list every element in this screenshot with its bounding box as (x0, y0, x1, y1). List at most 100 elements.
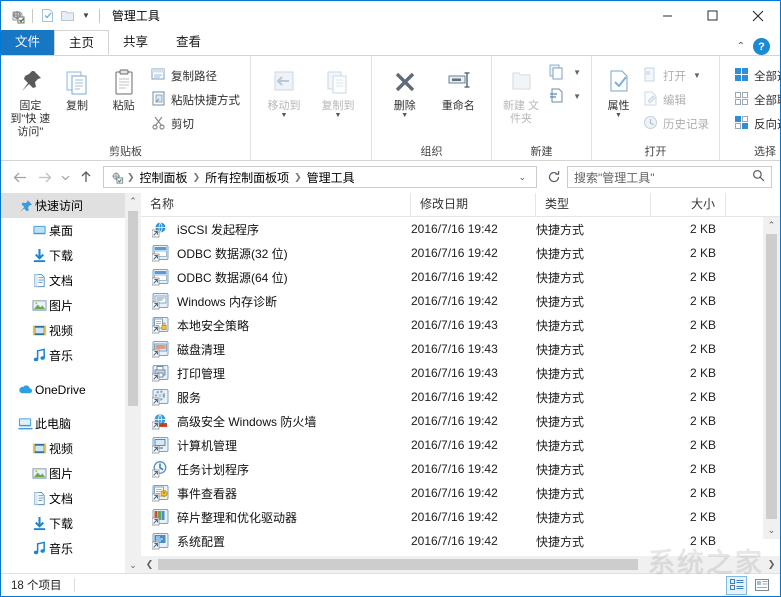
column-header-date[interactable]: 修改日期 (411, 193, 536, 216)
new-folder-icon[interactable] (59, 7, 76, 24)
pin-to-quick-access-button[interactable]: 固定到"快 速访问" (7, 60, 54, 139)
vertical-scroll-thumb[interactable] (766, 234, 777, 519)
copy-to-button[interactable]: 复制到 ▼ (311, 60, 365, 119)
search-box[interactable]: 搜索"管理工具" (567, 166, 772, 188)
properties-button[interactable]: 属性 ▼ (598, 60, 639, 119)
table-row[interactable]: ODBC 数据源(32 位) 2016/7/16 19:42 快捷方式 2 KB (141, 241, 780, 265)
large-icons-view-button[interactable] (751, 576, 772, 595)
sidebar-item-8[interactable]: 此电脑 (1, 411, 141, 436)
file-name-cell[interactable]: 系统配置 (141, 532, 411, 550)
paste-shortcut-button[interactable]: 粘贴快捷方式 (147, 89, 244, 110)
table-row[interactable]: 本地安全策略 2016/7/16 19:43 快捷方式 2 KB (141, 313, 780, 337)
table-row[interactable]: 服务 2016/7/16 19:42 快捷方式 2 KB (141, 385, 780, 409)
file-name-cell[interactable]: 本地安全策略 (141, 316, 411, 334)
address-breadcrumb-bar[interactable]: ❯ 控制面板 ❯ 所有控制面板项 ❯ 管理工具 ⌄ (103, 166, 537, 188)
sidebar-item-11[interactable]: 文档 (1, 486, 141, 511)
properties-dropdown-icon[interactable]: ▼ (615, 112, 622, 119)
open-button[interactable]: 打开 ▼ (639, 65, 713, 86)
file-name-cell[interactable]: iSCSI 发起程序 (141, 220, 411, 238)
nav-scroll-down-icon[interactable]: ⌄ (125, 557, 141, 573)
table-row[interactable]: 打印管理 2016/7/16 19:43 快捷方式 2 KB (141, 361, 780, 385)
file-name-cell[interactable]: 计算机管理 (141, 436, 411, 454)
edit-button[interactable]: 编辑 (639, 89, 713, 110)
minimize-button[interactable] (645, 1, 690, 30)
sidebar-item-3[interactable]: 文档 (1, 268, 141, 293)
file-name-cell[interactable]: Windows 内存诊断 (141, 292, 411, 310)
search-input[interactable]: 搜索"管理工具" (574, 169, 752, 186)
admin-tools-icon[interactable] (9, 7, 26, 24)
file-name-cell[interactable]: 高级安全 Windows 防火墙 (141, 412, 411, 430)
tab-home[interactable]: 主页 (54, 30, 110, 55)
column-header-name[interactable]: 名称 (141, 193, 411, 216)
file-name-cell[interactable]: 碎片整理和优化驱动器 (141, 508, 411, 526)
file-name-cell[interactable]: 服务 (141, 388, 411, 406)
new-item-button[interactable]: ▼ (544, 62, 585, 83)
qat-dropdown-icon[interactable]: ▼ (79, 11, 93, 20)
copy-path-button[interactable]: 复制路径 (147, 65, 244, 86)
rename-button[interactable]: 重命名 (432, 60, 486, 113)
table-row[interactable]: 计算机管理 2016/7/16 19:42 快捷方式 2 KB (141, 433, 780, 457)
table-row[interactable]: iSCSI 发起程序 2016/7/16 19:42 快捷方式 2 KB (141, 217, 780, 241)
table-row[interactable]: ODBC 数据源(64 位) 2016/7/16 19:42 快捷方式 2 KB (141, 265, 780, 289)
delete-button[interactable]: 删除 ▼ (378, 60, 432, 119)
table-row[interactable]: 磁盘清理 2016/7/16 19:43 快捷方式 2 KB (141, 337, 780, 361)
maximize-button[interactable] (690, 1, 735, 30)
breadcrumb-item-2[interactable]: 管理工具 (303, 169, 359, 186)
sidebar-item-13[interactable]: 音乐 (1, 536, 141, 561)
select-none-button[interactable]: 全部取消 (730, 89, 781, 110)
recent-locations-button[interactable] (57, 165, 73, 189)
new-folder-button[interactable]: 新建 文件夹 (498, 60, 544, 126)
new-item-dropdown-icon[interactable]: ▼ (573, 68, 581, 77)
file-name-cell[interactable]: ODBC 数据源(64 位) (141, 268, 411, 286)
file-name-cell[interactable]: 任务计划程序 (141, 460, 411, 478)
copy-to-dropdown-icon[interactable]: ▼ (335, 112, 342, 119)
scroll-down-icon[interactable]: ⌄ (763, 522, 780, 539)
sidebar-item-0[interactable]: 快速访问 (1, 193, 141, 218)
table-row[interactable]: 高级安全 Windows 防火墙 2016/7/16 19:42 快捷方式 2 KB (141, 409, 780, 433)
column-header-type[interactable]: 类型 (536, 193, 651, 216)
back-button[interactable] (9, 165, 31, 189)
breadcrumb-item-1[interactable]: 所有控制面板项 (201, 169, 293, 186)
table-row[interactable]: Windows 内存诊断 2016/7/16 19:42 快捷方式 2 KB (141, 289, 780, 313)
file-name-cell[interactable]: 事件查看器 (141, 484, 411, 502)
sidebar-item-2[interactable]: 下载 (1, 243, 141, 268)
nav-scroll-up-icon[interactable]: ⌃ (125, 193, 141, 209)
vertical-scroll-track[interactable] (763, 234, 780, 522)
sidebar-item-12[interactable]: 下载 (1, 511, 141, 536)
history-button[interactable]: 历史记录 (639, 113, 713, 134)
table-row[interactable]: 系统配置 2016/7/16 19:42 快捷方式 2 KB (141, 529, 780, 553)
breadcrumb-item-0[interactable]: 控制面板 (136, 169, 192, 186)
details-view-button[interactable] (726, 575, 747, 595)
file-name-cell[interactable]: ODBC 数据源(32 位) (141, 244, 411, 262)
horizontal-scroll-track[interactable] (158, 556, 763, 573)
up-button[interactable] (75, 165, 97, 189)
sidebar-item-6[interactable]: 音乐 (1, 343, 141, 368)
move-to-button[interactable]: 移动到 ▼ (257, 60, 311, 119)
table-row[interactable]: 碎片整理和优化驱动器 2016/7/16 19:42 快捷方式 2 KB (141, 505, 780, 529)
sidebar-item-10[interactable]: 图片 (1, 461, 141, 486)
sidebar-item-9[interactable]: 视频 (1, 436, 141, 461)
refresh-button[interactable] (543, 165, 565, 189)
horizontal-scroll-thumb[interactable] (158, 559, 638, 570)
easy-access-button[interactable]: ▼ (544, 86, 585, 107)
sidebar-item-4[interactable]: 图片 (1, 293, 141, 318)
help-button[interactable]: ? (753, 38, 770, 55)
file-list-vertical-scrollbar[interactable]: ⌃ ⌄ (763, 217, 780, 539)
file-name-cell[interactable]: 打印管理 (141, 364, 411, 382)
table-row[interactable]: 事件查看器 2016/7/16 19:42 快捷方式 2 KB (141, 481, 780, 505)
search-icon[interactable] (752, 169, 765, 185)
sidebar-item-1[interactable]: 桌面 (1, 218, 141, 243)
file-list-horizontal-scrollbar[interactable]: ❮ ❯ (141, 556, 780, 573)
collapse-ribbon-icon[interactable]: ⌃ (737, 41, 745, 52)
breadcrumb-separator-0[interactable]: ❯ (126, 172, 136, 183)
nav-scroll-thumb[interactable] (128, 211, 138, 406)
easy-access-dropdown-icon[interactable]: ▼ (573, 92, 581, 101)
scroll-up-icon[interactable]: ⌃ (763, 217, 780, 234)
navigation-scrollbar[interactable]: ⌃ ⌄ (125, 193, 141, 573)
forward-button[interactable] (33, 165, 55, 189)
sidebar-item-7[interactable]: OneDrive (1, 377, 141, 402)
tab-view[interactable]: 查看 (162, 30, 215, 55)
breadcrumb-separator-2[interactable]: ❯ (293, 172, 303, 183)
close-button[interactable] (735, 1, 780, 30)
copy-button[interactable]: 复制 (54, 60, 101, 113)
